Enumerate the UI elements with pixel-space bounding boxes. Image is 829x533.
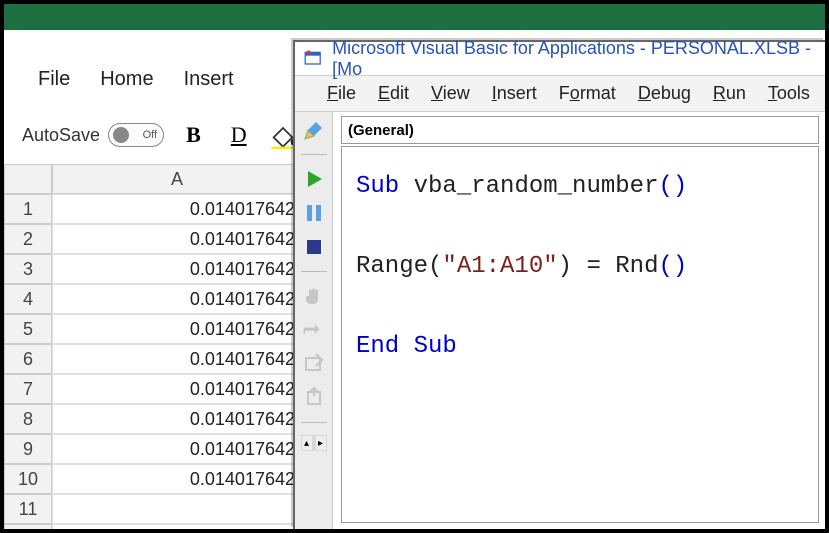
- step-out-icon[interactable]: [302, 386, 326, 410]
- object-dropdown[interactable]: (General): [341, 116, 819, 144]
- vba-title-text: Microsoft Visual Basic for Applications …: [332, 38, 825, 80]
- code-kw-sub: Sub: [356, 173, 399, 200]
- autosave-group: AutoSave Off: [22, 123, 164, 147]
- row-header[interactable]: 11: [4, 494, 52, 524]
- vba-menu-file[interactable]: File: [327, 83, 356, 104]
- row-header[interactable]: 8: [4, 404, 52, 434]
- row-header[interactable]: 1: [4, 194, 52, 224]
- code-editor[interactable]: Sub vba_random_number() Range("A1:A10") …: [341, 146, 819, 523]
- cell[interactable]: [52, 524, 302, 529]
- vba-menu-format[interactable]: Format: [559, 83, 616, 104]
- code-kw-end: End: [356, 333, 399, 360]
- vba-menu-edit[interactable]: Edit: [378, 83, 409, 104]
- row-header[interactable]: 10: [4, 464, 52, 494]
- vba-editor-window: Microsoft Visual Basic for Applications …: [293, 40, 825, 529]
- select-all-corner[interactable]: [4, 164, 52, 194]
- cell[interactable]: 0.014017642: [52, 314, 302, 344]
- cell[interactable]: 0.014017642: [52, 284, 302, 314]
- excel-ribbon-tabs: File Home Insert: [4, 54, 234, 104]
- reset-icon[interactable]: [302, 235, 326, 259]
- code-range-call: Range: [356, 253, 428, 280]
- cell[interactable]: 0.014017642: [52, 224, 302, 254]
- row-header[interactable]: 7: [4, 374, 52, 404]
- code-parens: (): [658, 173, 687, 200]
- excel-ribbon-commands: AutoSave Off B D: [4, 108, 297, 162]
- vba-menu-run[interactable]: Run: [713, 83, 746, 104]
- tab-insert[interactable]: Insert: [184, 68, 234, 91]
- cell[interactable]: [52, 494, 302, 524]
- code-kw-sub2: Sub: [414, 333, 457, 360]
- row-header[interactable]: 6: [4, 344, 52, 374]
- cell[interactable]: 0.014017642: [52, 464, 302, 494]
- vba-menu-debug[interactable]: Debug: [638, 83, 691, 104]
- vba-menu-tools[interactable]: Tools: [768, 83, 810, 104]
- autosave-label: AutoSave: [22, 125, 100, 146]
- vba-menu-insert[interactable]: Insert: [492, 83, 537, 104]
- cell[interactable]: 0.014017642: [52, 404, 302, 434]
- autosave-state: Off: [143, 129, 157, 141]
- vba-menu-bar: File Edit View Insert Format Debug Run T…: [295, 76, 825, 112]
- code-sub-name: vba_random_number: [414, 173, 659, 200]
- break-icon[interactable]: [302, 201, 326, 225]
- chevron-up-icon: ▴: [302, 436, 312, 450]
- run-icon[interactable]: [302, 167, 326, 191]
- code-eq: =: [572, 253, 615, 280]
- cell[interactable]: 0.014017642: [52, 194, 302, 224]
- row-header[interactable]: 2: [4, 224, 52, 254]
- bold-button[interactable]: B: [178, 122, 209, 148]
- chevron-right-icon: ▸: [316, 436, 326, 450]
- vba-title-bar[interactable]: Microsoft Visual Basic for Applications …: [295, 42, 825, 76]
- column-header-a[interactable]: A: [52, 164, 302, 194]
- row-header[interactable]: 12: [4, 524, 52, 529]
- tab-home[interactable]: Home: [100, 68, 153, 91]
- vba-app-icon: [303, 49, 324, 69]
- row-header[interactable]: 3: [4, 254, 52, 284]
- code-range-str: "A1:A10": [442, 253, 557, 280]
- autosave-toggle[interactable]: Off: [108, 123, 164, 147]
- toolbar-scroll[interactable]: ▴ ▸: [301, 435, 327, 451]
- row-header[interactable]: 9: [4, 434, 52, 464]
- code-rnd: Rnd: [615, 253, 658, 280]
- design-mode-icon[interactable]: [302, 118, 326, 142]
- vba-vertical-toolbar: ▴ ▸: [295, 112, 333, 529]
- tab-file[interactable]: File: [38, 68, 70, 91]
- underline-button[interactable]: D: [223, 122, 255, 148]
- step-over-icon[interactable]: [302, 352, 326, 376]
- toggle-knob-icon: [113, 127, 129, 143]
- row-header[interactable]: 5: [4, 314, 52, 344]
- vba-code-pane: (General) Sub vba_random_number() Range(…: [333, 112, 825, 529]
- cell[interactable]: 0.014017642: [52, 254, 302, 284]
- row-header[interactable]: 4: [4, 284, 52, 314]
- hand-icon[interactable]: [302, 284, 326, 308]
- excel-title-bar: [4, 4, 825, 30]
- vba-menu-view[interactable]: View: [431, 83, 470, 104]
- cell[interactable]: 0.014017642: [52, 374, 302, 404]
- cell[interactable]: 0.014017642: [52, 344, 302, 374]
- step-into-icon[interactable]: [302, 318, 326, 342]
- cell[interactable]: 0.014017642: [52, 434, 302, 464]
